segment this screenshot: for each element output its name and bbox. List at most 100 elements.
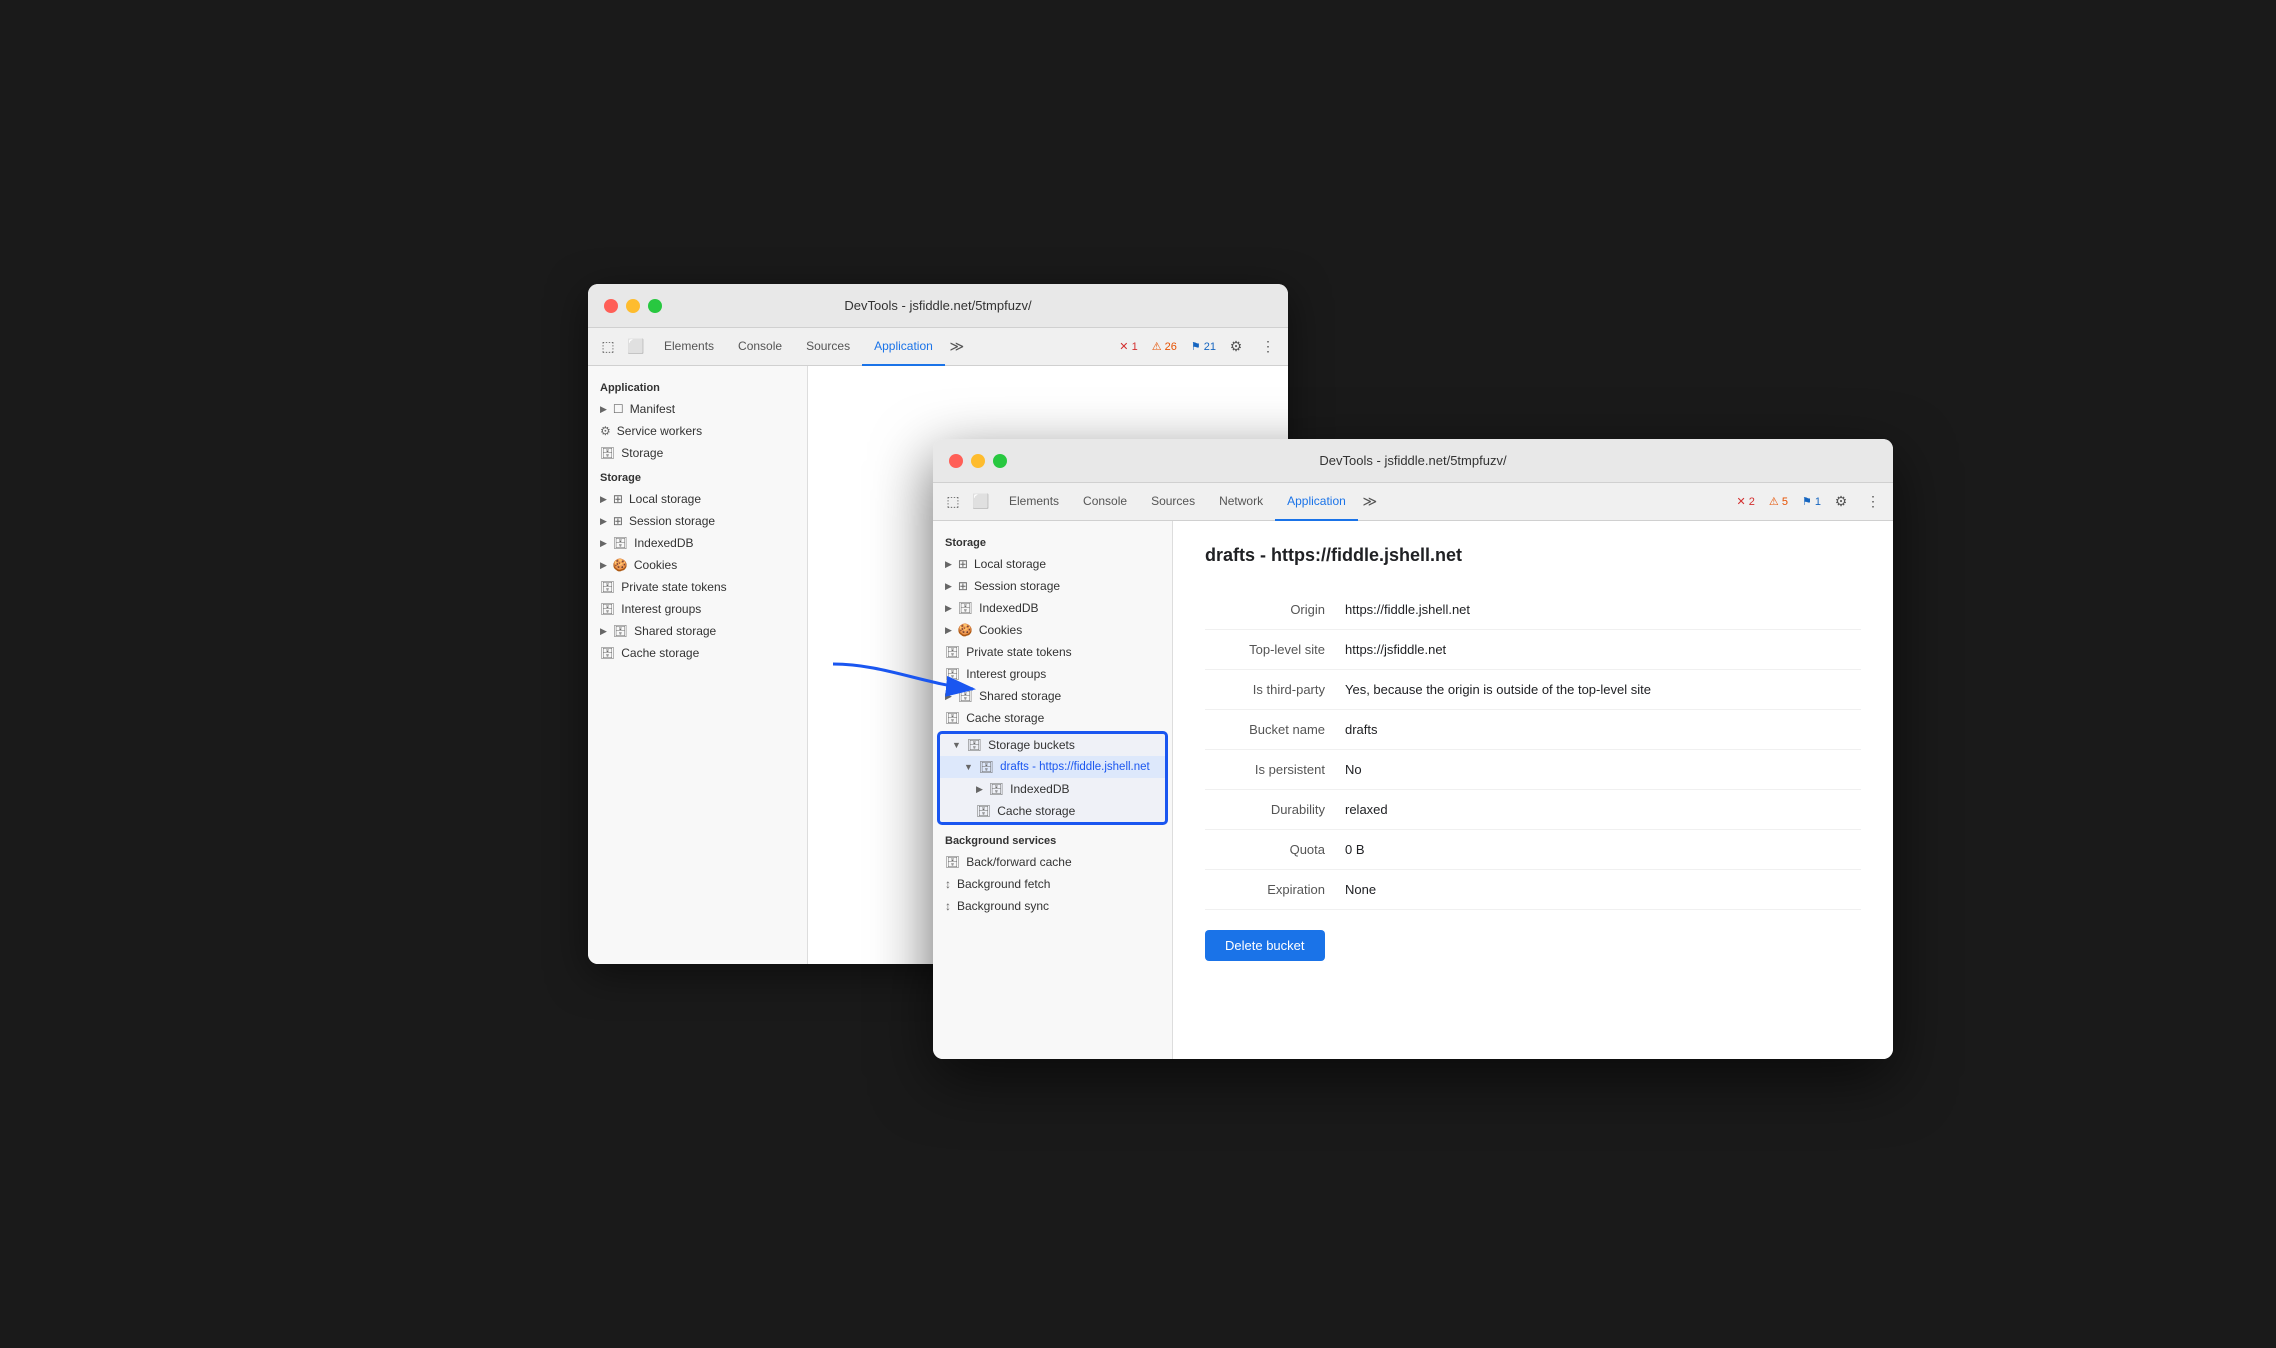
back-info-badge: ⚑ 21 bbox=[1187, 339, 1220, 354]
back-storage-icon: 🗄 bbox=[600, 446, 615, 460]
back-more-tabs-icon[interactable]: ≫ bbox=[945, 335, 969, 359]
back-minimize-button[interactable] bbox=[626, 299, 640, 313]
back-cookies-icon: 🍪 bbox=[613, 558, 628, 572]
back-shared-icon: 🗄 bbox=[613, 624, 628, 638]
front-bgs-label: Background sync bbox=[957, 899, 1049, 913]
front-device-icon[interactable]: ⬜ bbox=[969, 490, 993, 514]
back-tab-bar: Elements Console Sources Application ≫ bbox=[652, 328, 1107, 366]
origin-label: Origin bbox=[1205, 590, 1345, 630]
origin-row: Origin https://fiddle.jshell.net bbox=[1205, 590, 1861, 630]
back-ig-icon: 🗄 bbox=[600, 602, 615, 616]
front-interest-groups-item[interactable]: 🗄 Interest groups bbox=[933, 663, 1172, 685]
back-device-icon[interactable]: ⬜ bbox=[624, 335, 648, 359]
front-backforward-cache-item[interactable]: 🗄 Back/forward cache bbox=[933, 851, 1172, 873]
quota-label: Quota bbox=[1205, 830, 1345, 870]
panel-title: drafts - https://fiddle.jshell.net bbox=[1205, 545, 1861, 566]
front-idb-label: IndexedDB bbox=[979, 601, 1038, 615]
front-tab-network[interactable]: Network bbox=[1207, 483, 1275, 521]
back-tab-sources[interactable]: Sources bbox=[794, 328, 862, 366]
bucket-name-row: Bucket name drafts bbox=[1205, 710, 1861, 750]
front-maximize-button[interactable] bbox=[993, 454, 1007, 468]
front-local-storage-item[interactable]: ▶ ⊞ Local storage bbox=[933, 553, 1172, 575]
back-indexeddb-item[interactable]: ▶ 🗄 IndexedDB bbox=[588, 532, 807, 554]
back-traffic-lights bbox=[604, 299, 662, 313]
storage-buckets-group: ▼ 🗄 Storage buckets ▼ 🗄 drafts - https:/… bbox=[937, 731, 1168, 825]
back-sw-icon: ⚙ bbox=[600, 424, 611, 438]
front-more-icon[interactable]: ⋮ bbox=[1861, 490, 1885, 514]
back-shared-chevron: ▶ bbox=[600, 626, 607, 637]
front-ls-icon: ⊞ bbox=[958, 557, 968, 571]
front-bg-sync-item[interactable]: ↕ Background sync bbox=[933, 895, 1172, 917]
front-inspect-icon[interactable]: ⬚ bbox=[941, 490, 965, 514]
front-bidb-chevron: ▶ bbox=[976, 784, 983, 795]
front-tab-console[interactable]: Console bbox=[1071, 483, 1139, 521]
back-tab-elements[interactable]: Elements bbox=[652, 328, 726, 366]
front-sb-chevron: ▼ bbox=[952, 740, 961, 750]
front-bg-fetch-item[interactable]: ↕ Background fetch bbox=[933, 873, 1172, 895]
front-bucket-indexeddb-item[interactable]: ▶ 🗄 IndexedDB bbox=[940, 778, 1165, 800]
durability-label: Durability bbox=[1205, 790, 1345, 830]
front-pt-icon: 🗄 bbox=[945, 645, 960, 659]
back-service-workers-item[interactable]: ⚙ Service workers bbox=[588, 420, 807, 442]
front-warn-badge: ⚠ 5 bbox=[1765, 494, 1792, 509]
front-info-badge: ⚑ 1 bbox=[1798, 494, 1825, 509]
front-cache-storage-item[interactable]: 🗄 Cache storage bbox=[933, 707, 1172, 729]
front-more-tabs-icon[interactable]: ≫ bbox=[1358, 490, 1382, 514]
back-manifest-item[interactable]: ▶ ☐ Manifest bbox=[588, 398, 807, 420]
back-pt-label: Private state tokens bbox=[621, 580, 726, 594]
third-party-row: Is third-party Yes, because the origin i… bbox=[1205, 670, 1861, 710]
front-tab-sources[interactable]: Sources bbox=[1139, 483, 1207, 521]
front-close-button[interactable] bbox=[949, 454, 963, 468]
back-session-storage-item[interactable]: ▶ ⊞ Session storage bbox=[588, 510, 807, 532]
bucket-name-label: Bucket name bbox=[1205, 710, 1345, 750]
back-storage-item[interactable]: 🗄 Storage bbox=[588, 442, 807, 464]
back-private-tokens-item[interactable]: 🗄 Private state tokens bbox=[588, 576, 807, 598]
front-indexeddb-item[interactable]: ▶ 🗄 IndexedDB bbox=[933, 597, 1172, 619]
front-sb-label: Storage buckets bbox=[988, 738, 1075, 752]
persistent-row: Is persistent No bbox=[1205, 750, 1861, 790]
front-shared-icon: 🗄 bbox=[958, 689, 973, 703]
front-shared-chevron: ▶ bbox=[945, 691, 952, 702]
back-local-storage-item[interactable]: ▶ ⊞ Local storage bbox=[588, 488, 807, 510]
front-tab-elements[interactable]: Elements bbox=[997, 483, 1071, 521]
quota-value: 0 B bbox=[1345, 830, 1861, 870]
expiration-label: Expiration bbox=[1205, 870, 1345, 910]
front-private-tokens-item[interactable]: 🗄 Private state tokens bbox=[933, 641, 1172, 663]
back-maximize-button[interactable] bbox=[648, 299, 662, 313]
front-storage-buckets-item[interactable]: ▼ 🗄 Storage buckets bbox=[940, 734, 1165, 756]
front-drafts-item[interactable]: ▼ 🗄 drafts - https://fiddle.jshell.net bbox=[940, 756, 1165, 778]
front-bfc-label: Back/forward cache bbox=[966, 855, 1071, 869]
back-close-button[interactable] bbox=[604, 299, 618, 313]
back-settings-icon[interactable]: ⚙ bbox=[1224, 335, 1248, 359]
origin-value: https://fiddle.jshell.net bbox=[1345, 590, 1861, 630]
back-manifest-icon: ☐ bbox=[613, 402, 624, 416]
front-tab-application[interactable]: Application bbox=[1275, 483, 1358, 521]
back-storage-section: Storage bbox=[588, 464, 807, 488]
back-tab-console[interactable]: Console bbox=[726, 328, 794, 366]
bucket-name-value: drafts bbox=[1345, 710, 1861, 750]
back-cookies-item[interactable]: ▶ 🍪 Cookies bbox=[588, 554, 807, 576]
back-inspect-icon[interactable]: ⬚ bbox=[596, 335, 620, 359]
back-cache-storage-item[interactable]: 🗄 Cache storage bbox=[588, 642, 807, 664]
front-minimize-button[interactable] bbox=[971, 454, 985, 468]
back-shared-storage-item[interactable]: ▶ 🗄 Shared storage bbox=[588, 620, 807, 642]
front-shared-storage-item[interactable]: ▶ 🗄 Shared storage bbox=[933, 685, 1172, 707]
back-pt-icon: 🗄 bbox=[600, 580, 615, 594]
back-ls-icon: ⊞ bbox=[613, 492, 623, 506]
back-warn-badge: ⚠ 26 bbox=[1148, 339, 1181, 354]
front-bcache-label: Cache storage bbox=[997, 804, 1075, 818]
front-bucket-cache-item[interactable]: 🗄 Cache storage bbox=[940, 800, 1165, 822]
delete-bucket-button[interactable]: Delete bucket bbox=[1205, 930, 1325, 961]
back-cache-icon: 🗄 bbox=[600, 646, 615, 660]
front-ls-chevron: ▶ bbox=[945, 559, 952, 570]
front-cookies-item[interactable]: ▶ 🍪 Cookies bbox=[933, 619, 1172, 641]
persistent-value: No bbox=[1345, 750, 1861, 790]
front-session-storage-item[interactable]: ▶ ⊞ Session storage bbox=[933, 575, 1172, 597]
back-tab-application[interactable]: Application bbox=[862, 328, 945, 366]
front-window-title: DevTools - jsfiddle.net/5tmpfuzv/ bbox=[949, 453, 1877, 468]
front-ig-label: Interest groups bbox=[966, 667, 1046, 681]
front-settings-icon[interactable]: ⚙ bbox=[1829, 490, 1853, 514]
front-storage-section: Storage bbox=[933, 529, 1172, 553]
back-interest-groups-item[interactable]: 🗄 Interest groups bbox=[588, 598, 807, 620]
back-more-icon[interactable]: ⋮ bbox=[1256, 335, 1280, 359]
